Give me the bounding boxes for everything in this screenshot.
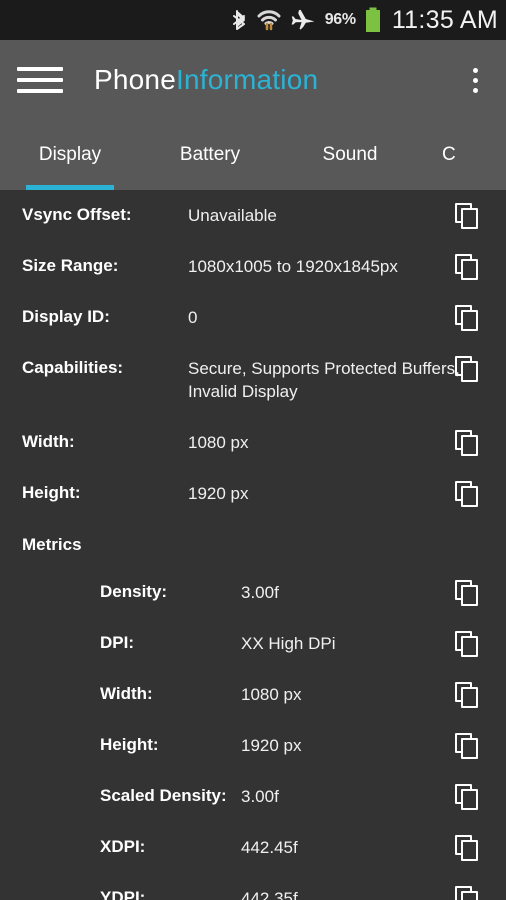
row-label: DPI: <box>100 633 134 652</box>
page-title: PhoneInformation <box>94 64 318 96</box>
copy-icon[interactable] <box>455 203 481 229</box>
row-label: Scaled Density: <box>100 786 227 805</box>
copy-icon[interactable] <box>455 481 481 507</box>
app-root: 96% 11:35 AM PhoneInformation Display Ba… <box>0 0 506 900</box>
tab-battery[interactable]: Battery <box>140 120 280 190</box>
table-row[interactable]: Width: 1080 px <box>0 669 506 720</box>
table-row[interactable]: DPI: XX High DPi <box>0 618 506 669</box>
airplane-mode-icon <box>290 8 316 32</box>
copy-icon[interactable] <box>455 733 481 759</box>
table-row[interactable]: Scaled Density: 3.00f <box>0 771 506 822</box>
overflow-menu-icon[interactable] <box>458 60 492 100</box>
copy-icon[interactable] <box>455 305 481 331</box>
copy-icon[interactable] <box>455 430 481 456</box>
table-row[interactable]: Density: 3.00f <box>0 567 506 618</box>
table-row[interactable]: Display ID: 0 <box>0 292 506 343</box>
copy-icon[interactable] <box>455 580 481 606</box>
copy-icon[interactable] <box>455 835 481 861</box>
page-title-accent: Information <box>175 64 319 95</box>
copy-icon[interactable] <box>455 254 481 280</box>
table-row[interactable]: XDPI: 442.45f <box>0 822 506 873</box>
tab-bar: Display Battery Sound C <box>0 120 506 190</box>
row-label: Size Range: <box>22 256 119 275</box>
tab-display-label: Display <box>38 144 102 165</box>
table-row[interactable]: YDPI: 442.35f <box>0 873 506 900</box>
bluetooth-icon <box>232 9 248 31</box>
tab-cpu-label: C <box>442 144 456 165</box>
table-row[interactable]: Width: 1080 px <box>0 417 506 468</box>
tab-sound[interactable]: Sound <box>280 120 420 190</box>
section-header-metrics: Metrics <box>22 535 82 554</box>
table-row[interactable]: Size Range: 1080x1005 to 1920x1845px <box>0 241 506 292</box>
wifi-icon <box>257 9 281 31</box>
copy-icon[interactable] <box>455 784 481 810</box>
row-label: Width: <box>22 432 75 451</box>
status-bar: 96% 11:35 AM <box>0 0 506 40</box>
table-row[interactable]: Vsync Offset: Unavailable <box>0 190 506 241</box>
table-row[interactable]: Height: 1920 px <box>0 720 506 771</box>
table-row[interactable]: Capabilities: Secure, Supports Protected… <box>0 343 506 417</box>
row-label: Vsync Offset: <box>22 205 132 224</box>
copy-icon[interactable] <box>455 682 481 708</box>
row-label: Height: <box>100 735 159 754</box>
row-label: YDPI: <box>100 888 146 900</box>
row-label: Density: <box>100 582 168 601</box>
battery-percent-label: 96% <box>324 11 356 28</box>
info-list[interactable]: Vsync Offset: Unavailable Size Range: 10… <box>0 190 506 900</box>
hamburger-menu-icon[interactable] <box>17 62 63 98</box>
tab-sound-label: Sound <box>322 144 378 165</box>
status-clock: 11:35 AM <box>391 5 498 34</box>
row-label: Height: <box>22 483 81 502</box>
table-row[interactable]: Height: 1920 px <box>0 468 506 519</box>
battery-full-icon <box>365 7 381 33</box>
row-label: XDPI: <box>100 837 146 856</box>
tab-display[interactable]: Display <box>0 120 140 190</box>
row-label: Capabilities: <box>22 358 124 377</box>
app-bar: PhoneInformation <box>0 40 506 120</box>
row-label: Display ID: <box>22 307 110 326</box>
copy-icon[interactable] <box>455 631 481 657</box>
page-title-primary: Phone <box>94 64 176 95</box>
row-label: Width: <box>100 684 153 703</box>
tab-battery-label: Battery <box>179 144 241 165</box>
copy-icon[interactable] <box>455 886 481 900</box>
tab-cpu[interactable]: C <box>420 120 490 190</box>
copy-icon[interactable] <box>455 356 481 382</box>
